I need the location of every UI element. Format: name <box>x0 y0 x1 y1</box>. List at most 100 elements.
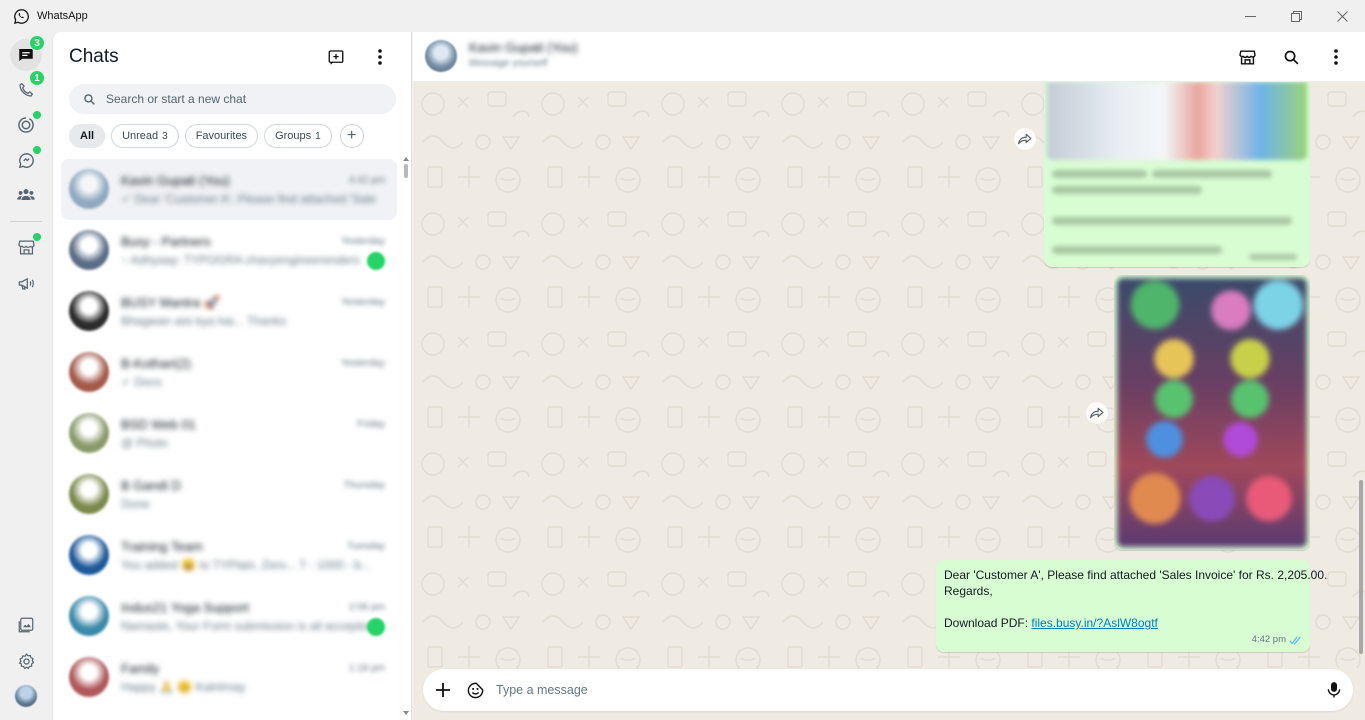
minimize-icon[interactable] <box>1227 0 1273 32</box>
status-update-dot <box>33 111 41 119</box>
filter-chip-all[interactable]: All <box>69 124 106 148</box>
chat-preview: ~ Adhyaay: TYPOGRA chavyengineerenders <box>121 253 360 267</box>
filter-chip-label: Favourites <box>195 130 248 142</box>
conversation-panel: Kavin Gupati (You) Message yourself Dear… <box>413 32 1365 720</box>
unread-badge <box>367 252 385 270</box>
chat-list-panel: Chats All Unread3 Favourites Groups1 + K… <box>52 32 412 720</box>
chat-row[interactable]: BSD Web 01 Friday @ Photo <box>61 403 397 464</box>
search-bar[interactable] <box>69 84 396 114</box>
filter-chip-label: Unread <box>122 130 159 142</box>
chat-avatar <box>69 352 109 392</box>
message-image[interactable] <box>1047 82 1307 160</box>
navigation-rail: 3 1 <box>0 32 52 720</box>
chat-name: BUSY Mantra 🚀 <box>121 295 221 310</box>
attach-plus-icon[interactable] <box>431 678 455 702</box>
chat-preview: You added 😀 to TYPlain, Zero... T - 1000… <box>121 558 371 572</box>
chat-row[interactable]: Training Team Tuesday You added 😀 to TYPla… <box>61 525 397 586</box>
search-icon <box>83 93 96 106</box>
rail-advertise[interactable] <box>10 267 42 299</box>
contact-name[interactable]: Kavin Gupati (You) <box>469 40 578 55</box>
status-icon <box>18 117 34 133</box>
chat-name: B-Kothari(2) <box>121 356 192 371</box>
rail-settings[interactable] <box>10 645 42 677</box>
blurred-caption-line <box>1052 186 1202 194</box>
search-input[interactable] <box>106 92 366 106</box>
close-icon[interactable] <box>1319 0 1365 32</box>
search-messages-icon[interactable] <box>1278 44 1304 70</box>
filter-chips: All Unread 3 Favourites Groups 1 + <box>69 124 364 148</box>
rail-media-gallery[interactable] <box>10 609 42 641</box>
channels-icon <box>18 152 34 168</box>
chat-avatar <box>69 596 109 636</box>
image-message-bubble[interactable] <box>1044 82 1310 267</box>
message-text-line: Regards, <box>944 584 993 598</box>
chat-name: Training Team <box>121 539 203 554</box>
pdf-link[interactable]: files.busy.in/?AslW8ogtf <box>1031 616 1158 630</box>
message-image[interactable] <box>1117 278 1307 547</box>
chat-row[interactable]: Busy - Partners Yesterday ~ Adhyaay: TYPOG… <box>61 220 397 281</box>
rail-divider <box>10 221 42 222</box>
forward-icon[interactable] <box>1086 402 1108 424</box>
scroll-thumb[interactable] <box>404 164 408 178</box>
chat-time: Yesterday <box>340 297 385 308</box>
filter-chip-label: All <box>80 130 95 142</box>
rail-calls[interactable]: 1 <box>10 70 45 106</box>
message-scrollbar[interactable] <box>1357 82 1365 668</box>
image-message-bubble[interactable] <box>1114 275 1310 550</box>
chat-time: 1:18 pm <box>348 663 385 674</box>
rail-communities[interactable] <box>10 179 42 211</box>
profile-avatar[interactable] <box>15 685 37 707</box>
message-composer[interactable] <box>423 669 1353 711</box>
read-ticks-icon <box>1289 635 1301 645</box>
chat-name: Busy - Partners <box>121 234 211 249</box>
chat-row[interactable]: Kavin Gupati (You) 4:42 pm ✓ Dear 'Custome… <box>61 159 397 220</box>
filter-chip-favourites[interactable]: Favourites <box>184 124 259 148</box>
download-label: Download PDF: <box>944 616 1032 630</box>
scroll-thumb[interactable] <box>1359 480 1363 654</box>
rail-business-tools[interactable] <box>10 231 42 263</box>
message-text-line: Dear 'Customer A', Please find attached … <box>944 568 1328 582</box>
rail-chats[interactable]: 3 <box>10 35 45 71</box>
chat-row[interactable]: B Gandi D Thursday Done <box>61 464 397 525</box>
emoji-sticker-icon[interactable] <box>463 678 487 702</box>
forward-icon[interactable] <box>1014 128 1036 150</box>
settings-icon <box>18 652 34 669</box>
message-meta: 4:42 pm <box>1252 632 1302 648</box>
chat-preview: @ Photo <box>121 436 168 450</box>
catalog-icon[interactable] <box>1234 44 1260 70</box>
chat-time: Yesterday <box>340 236 385 247</box>
microphone-icon[interactable] <box>1322 678 1346 702</box>
message-time: 4:42 pm <box>1251 634 1286 645</box>
conversation-header[interactable]: Kavin Gupati (You) Message yourself <box>413 32 1365 82</box>
chat-row[interactable]: B-Kothari(2) Yesterday ✓ Docs <box>61 342 397 403</box>
rail-channels[interactable] <box>10 144 42 176</box>
scroll-down-icon[interactable] <box>403 710 409 716</box>
chat-row[interactable]: BUSY Mantra 🚀 Yesterday Bhagwan aisi kya h… <box>61 281 397 342</box>
chat-list-scrollbar[interactable] <box>403 156 409 716</box>
chat-preview: Happy 🙏 😊 Kalnirnay <box>121 680 246 694</box>
blurred-caption-line <box>1052 170 1147 178</box>
chat-time: Yesterday <box>340 358 385 369</box>
contact-avatar[interactable] <box>425 40 457 72</box>
blurred-caption-line <box>1052 217 1292 225</box>
media-gallery-icon <box>18 617 34 633</box>
calls-badge: 1 <box>29 70 45 86</box>
chat-row[interactable]: Indus21 Yoga Support 2:06 pm Namaste, Your… <box>61 586 397 647</box>
filter-chip-unread[interactable]: Unread 3 <box>111 124 179 148</box>
chat-preview: ✓ Dear 'Customer A', Please find attache… <box>121 192 376 206</box>
add-filter-icon[interactable]: + <box>339 124 364 148</box>
text-message-bubble[interactable]: Dear 'Customer A', Please find attached … <box>936 560 1328 652</box>
advertise-icon <box>18 277 34 290</box>
rail-status[interactable] <box>10 109 42 141</box>
restore-icon[interactable] <box>1273 0 1319 32</box>
chat-name: Family <box>121 661 160 676</box>
scroll-up-icon[interactable] <box>403 156 409 162</box>
new-chat-icon[interactable] <box>324 45 348 69</box>
filter-chip-groups[interactable]: Groups 1 <box>264 124 332 148</box>
message-input[interactable] <box>496 680 1276 700</box>
conversation-menu-icon[interactable] <box>1323 44 1349 70</box>
chat-row[interactable]: Family 1:18 pm Happy 🙏 😊 Kalnirnay <box>61 647 397 708</box>
chat-preview: Done <box>121 497 150 511</box>
chat-list-menu-icon[interactable] <box>368 45 392 69</box>
